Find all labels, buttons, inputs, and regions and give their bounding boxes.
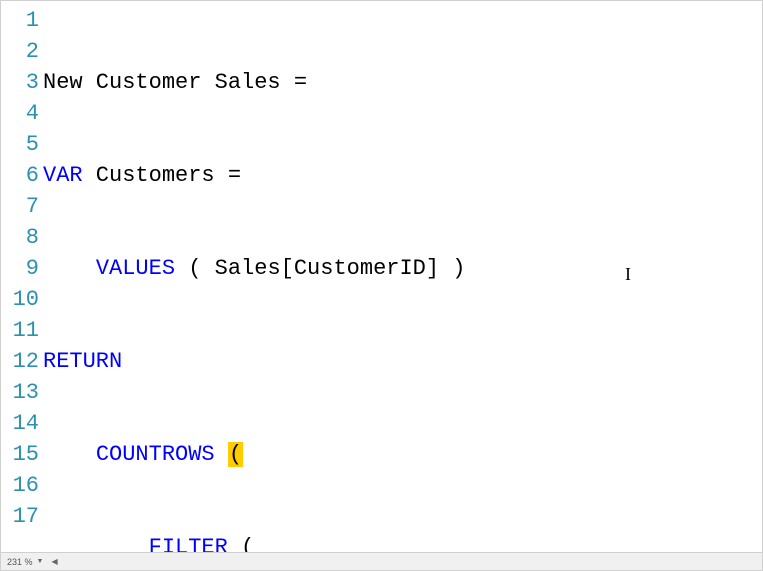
line-number: 2 bbox=[1, 36, 39, 67]
line-number: 5 bbox=[1, 129, 39, 160]
function-values: VALUES bbox=[96, 256, 175, 281]
code-line[interactable]: FILTER ( bbox=[43, 532, 762, 552]
code-line[interactable]: RETURN bbox=[43, 346, 762, 377]
bracket-open-match: ( bbox=[228, 442, 243, 467]
line-number: 17 bbox=[1, 501, 39, 532]
code-line[interactable]: New Customer Sales = bbox=[43, 67, 762, 98]
line-number: 13 bbox=[1, 377, 39, 408]
code-area[interactable]: New Customer Sales = VAR Customers = VAL… bbox=[41, 1, 762, 552]
indent bbox=[43, 535, 149, 552]
line-number: 14 bbox=[1, 408, 39, 439]
zoom-level[interactable]: 231 % bbox=[7, 557, 33, 567]
code-text: Customers = bbox=[83, 163, 241, 188]
indent bbox=[43, 442, 96, 467]
line-number-gutter: 1 2 3 4 5 6 7 8 9 10 11 12 13 14 15 16 1… bbox=[1, 1, 41, 552]
line-number: 16 bbox=[1, 470, 39, 501]
line-number: 8 bbox=[1, 222, 39, 253]
keyword-return: RETURN bbox=[43, 349, 122, 374]
code-text: New Customer Sales = bbox=[43, 70, 307, 95]
status-bar: 231 % ▼ ◀ bbox=[1, 552, 762, 570]
indent bbox=[43, 256, 96, 281]
line-number: 11 bbox=[1, 315, 39, 346]
line-number: 7 bbox=[1, 191, 39, 222]
line-number: 10 bbox=[1, 284, 39, 315]
line-number: 12 bbox=[1, 346, 39, 377]
text-caret-icon: I bbox=[625, 264, 631, 285]
line-number: 9 bbox=[1, 253, 39, 284]
code-text: ( bbox=[228, 535, 254, 552]
line-number: 15 bbox=[1, 439, 39, 470]
keyword-var: VAR bbox=[43, 163, 83, 188]
code-line[interactable]: VALUES ( Sales[CustomerID] ) bbox=[43, 253, 762, 284]
line-number: 3 bbox=[1, 67, 39, 98]
scroll-left-icon[interactable]: ◀ bbox=[51, 557, 57, 566]
code-text: ( Sales[CustomerID] ) bbox=[175, 256, 465, 281]
line-number: 1 bbox=[1, 5, 39, 36]
line-number: 4 bbox=[1, 98, 39, 129]
code-line[interactable]: VAR Customers = bbox=[43, 160, 762, 191]
chevron-down-icon[interactable]: ▼ bbox=[37, 558, 44, 565]
code-text bbox=[215, 442, 228, 467]
code-line[interactable]: COUNTROWS ( bbox=[43, 439, 762, 470]
line-number: 6 bbox=[1, 160, 39, 191]
function-filter: FILTER bbox=[149, 535, 228, 552]
function-countrows: COUNTROWS bbox=[96, 442, 215, 467]
code-editor[interactable]: 1 2 3 4 5 6 7 8 9 10 11 12 13 14 15 16 1… bbox=[1, 1, 762, 552]
